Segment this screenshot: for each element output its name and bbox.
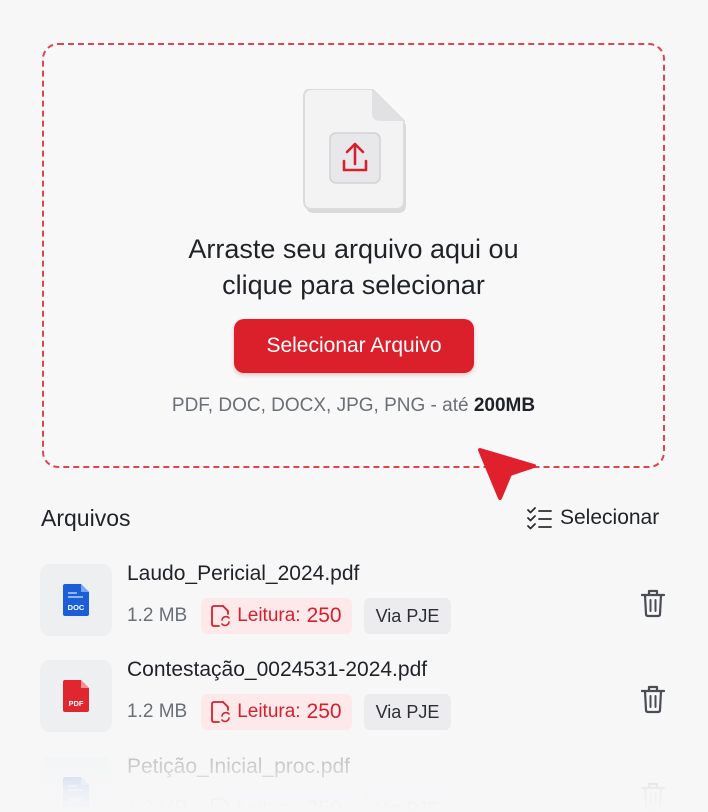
reading-label: Leitura: — [237, 798, 301, 812]
file-refresh-icon — [211, 605, 231, 627]
file-thumbnail: DOC — [40, 564, 112, 636]
file-name: Petição_Inicial_proc.pdf — [127, 755, 350, 778]
accepted-formats: PDF, DOC, DOCX, JPG, PNG - até 200MB — [44, 395, 663, 417]
reading-value: 250 — [306, 604, 342, 627]
file-type-label: DOC — [68, 796, 85, 805]
file-list-item[interactable]: PDF Contestação_0024531-2024.pdf 1.2 MB … — [40, 658, 670, 736]
file-type-label: DOC — [68, 603, 85, 612]
select-files-button[interactable]: Selecionar — [526, 503, 659, 533]
trash-icon — [640, 589, 666, 618]
file-list-item[interactable]: DOC Petição_Inicial_proc.pdf 1.2 MB Leit… — [40, 755, 670, 812]
reading-badge: Leitura: 250 — [201, 791, 352, 812]
delete-file-button[interactable] — [640, 588, 666, 618]
accepted-formats-text: PDF, DOC, DOCX, JPG, PNG - até — [171, 395, 469, 416]
file-refresh-icon — [211, 798, 231, 812]
trash-icon — [640, 782, 666, 811]
file-name: Contestação_0024531-2024.pdf — [127, 658, 428, 681]
reading-badge: Leitura: 250 — [201, 694, 352, 730]
file-refresh-icon — [211, 701, 231, 723]
source-badge: Via PJE — [363, 694, 452, 730]
doc-file-icon: DOC — [63, 584, 89, 616]
pdf-file-icon: PDF — [63, 680, 89, 712]
doc-file-icon: DOC — [63, 777, 89, 809]
file-size: 1.2 MB — [127, 701, 188, 722]
file-meta: 1.2 MB Leitura: 250 Via PJE — [127, 598, 452, 634]
files-section-title: Arquivos — [41, 505, 131, 531]
file-meta: 1.2 MB Leitura: 250 Via PJE — [127, 694, 452, 730]
source-badge: Via PJE — [363, 791, 452, 812]
file-upload-icon — [302, 89, 412, 217]
source-badge: Via PJE — [363, 598, 452, 634]
checklist-icon — [527, 507, 552, 530]
reading-value: 250 — [306, 700, 342, 723]
reading-badge: Leitura: 250 — [201, 598, 352, 634]
file-size: 1.2 MB — [127, 798, 188, 812]
file-list-item[interactable]: DOC Laudo_Pericial_2024.pdf 1.2 MB Leitu… — [40, 562, 670, 640]
file-type-label: PDF — [69, 699, 84, 708]
reading-value: 250 — [306, 797, 342, 812]
delete-file-button[interactable] — [640, 684, 666, 714]
select-file-button[interactable]: Selecionar Arquivo — [234, 319, 474, 373]
select-files-label: Selecionar — [560, 506, 660, 529]
delete-file-button[interactable] — [640, 781, 666, 811]
file-drop-zone[interactable]: Arraste seu arquivo aqui ou clique para … — [42, 43, 665, 468]
reading-label: Leitura: — [237, 605, 301, 626]
file-name: Laudo_Pericial_2024.pdf — [127, 562, 360, 585]
file-size: 1.2 MB — [127, 605, 188, 626]
max-size-value: 200MB — [473, 395, 536, 416]
file-thumbnail: DOC — [40, 757, 112, 812]
file-thumbnail: PDF — [40, 660, 112, 732]
trash-icon — [640, 685, 666, 714]
pointer-cursor-icon — [476, 440, 538, 502]
upload-screen: Arraste seu arquivo aqui ou clique para … — [0, 0, 708, 812]
drop-zone-title-text: Arraste seu arquivo aqui ou clique para … — [188, 234, 519, 300]
file-meta: 1.2 MB Leitura: 250 Via PJE — [127, 791, 452, 812]
reading-label: Leitura: — [237, 701, 301, 722]
drop-zone-title: Arraste seu arquivo aqui ou clique para … — [44, 231, 663, 303]
